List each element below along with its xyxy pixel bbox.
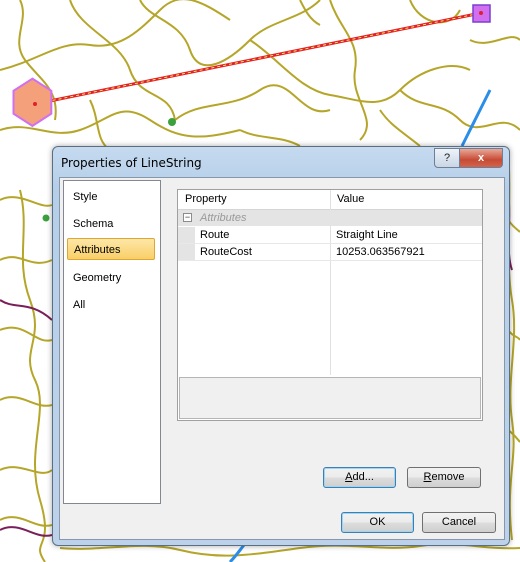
column-header-value[interactable]: Value: [332, 190, 477, 209]
nav-item-attributes[interactable]: Attributes: [67, 238, 155, 260]
category-label: Attributes: [200, 212, 247, 224]
category-list: Style Schema Attributes Geometry All: [63, 180, 161, 504]
close-button[interactable]: x: [460, 148, 503, 168]
collapse-icon[interactable]: −: [183, 213, 192, 222]
nav-item-style[interactable]: Style: [67, 186, 155, 208]
add-button[interactable]: Add...: [323, 467, 396, 488]
ok-button[interactable]: OK: [341, 512, 414, 533]
property-value[interactable]: Straight Line: [331, 227, 398, 243]
river-line: [460, 89, 492, 147]
nav-item-schema[interactable]: Schema: [67, 213, 155, 235]
river-line-bottom: [228, 544, 246, 562]
nav-item-geometry[interactable]: Geometry: [67, 267, 155, 289]
title-buttons: ? x: [434, 148, 503, 168]
end-point-dot: [479, 11, 483, 15]
nav-item-all[interactable]: All: [67, 294, 155, 316]
help-button[interactable]: ?: [434, 148, 460, 168]
remove-button[interactable]: Remove: [407, 467, 481, 488]
row-margin: [178, 244, 195, 260]
row-margin: [178, 227, 195, 243]
border-line: [0, 299, 53, 321]
property-row-route[interactable]: Route Straight Line: [178, 227, 482, 244]
map-node: [42, 214, 50, 222]
cancel-button[interactable]: Cancel: [422, 512, 496, 533]
start-point-hexagon[interactable]: [12, 77, 53, 128]
property-value[interactable]: 10253.063567921: [331, 244, 425, 260]
property-grid[interactable]: Property Value − Attributes Route Straig…: [177, 189, 483, 421]
help-icon: ?: [443, 152, 451, 164]
property-row-routecost[interactable]: RouteCost 10253.063567921: [178, 244, 482, 261]
start-point-dot: [33, 102, 37, 106]
dialog-client-area: Style Schema Attributes Geometry All Pro…: [59, 177, 505, 540]
category-row-attributes[interactable]: − Attributes: [178, 210, 482, 226]
column-header-property[interactable]: Property: [180, 190, 330, 209]
close-icon: x: [477, 152, 485, 164]
dialog-title: Properties of LineString: [61, 156, 202, 170]
description-pane: [179, 377, 481, 419]
property-name: Route: [200, 229, 230, 241]
property-name: RouteCost: [200, 246, 252, 258]
map-node: [168, 118, 176, 126]
properties-dialog: Properties of LineString ? x Style Schem…: [52, 146, 510, 546]
